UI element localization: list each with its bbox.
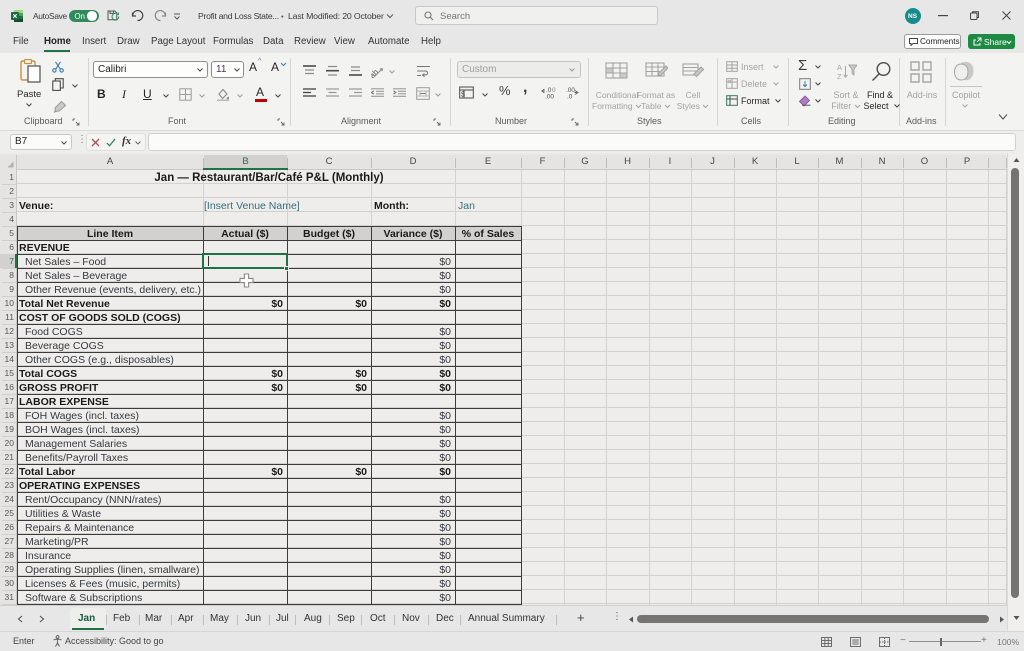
svg-text:$: $ <box>461 92 465 99</box>
svg-text:.00: .00 <box>545 94 554 100</box>
svg-text:.0: .0 <box>567 94 573 100</box>
svg-text:Z: Z <box>837 72 842 81</box>
svg-text:ab: ab <box>371 67 381 78</box>
svg-text:A: A <box>837 63 842 72</box>
